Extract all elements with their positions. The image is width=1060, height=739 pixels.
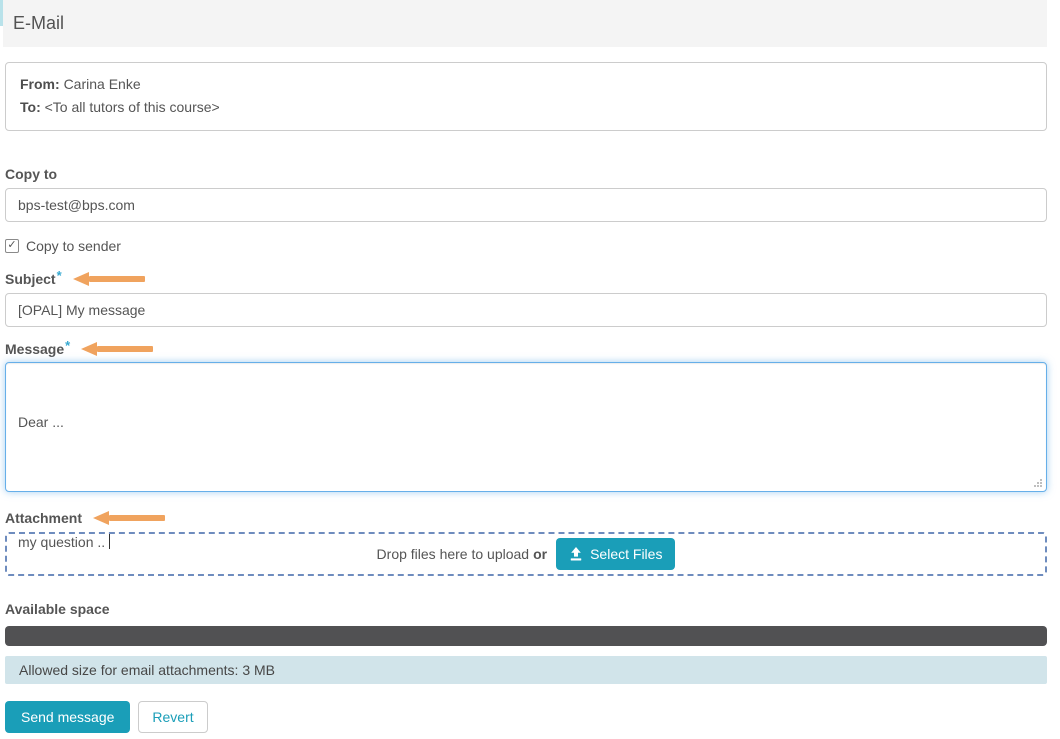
from-label: From: xyxy=(20,76,60,92)
checkmark-icon: ✓ xyxy=(7,240,16,251)
page-title: E-Mail xyxy=(13,13,64,34)
copy-to-label: Copy to xyxy=(5,166,57,182)
to-line: To: <To all tutors of this course> xyxy=(20,96,1032,119)
left-edge-panel-sliver xyxy=(0,0,3,26)
attachment-size-info: Allowed size for email attachments: 3 MB xyxy=(5,656,1047,684)
subject-hint-arrow-icon xyxy=(73,272,145,286)
text-cursor xyxy=(109,534,110,549)
copy-to-sender-label: Copy to sender xyxy=(26,238,121,254)
message-label: Message xyxy=(5,341,64,357)
message-line-1: Dear ... xyxy=(18,412,1034,432)
progress-fill xyxy=(5,626,1047,646)
copy-to-sender-checkbox[interactable]: ✓ xyxy=(5,239,19,253)
copy-to-label-row: Copy to xyxy=(5,165,1047,182)
to-label: To: xyxy=(20,99,41,115)
panel-header: E-Mail xyxy=(3,0,1047,47)
recipients-box: From: Carina Enke To: <To all tutors of … xyxy=(5,62,1047,131)
available-space-progressbar xyxy=(5,626,1047,646)
subject-input[interactable] xyxy=(5,293,1047,327)
send-message-button[interactable]: Send message xyxy=(5,701,130,733)
from-value: Carina Enke xyxy=(64,76,141,92)
form-actions: Send message Revert xyxy=(5,701,1047,733)
message-label-row: Message * xyxy=(5,340,1047,357)
message-hint-arrow-icon xyxy=(81,342,153,356)
from-line: From: Carina Enke xyxy=(20,73,1032,96)
attachment-size-info-text: Allowed size for email attachments: 3 MB xyxy=(19,662,275,678)
message-line-2: my question .. xyxy=(18,532,1034,552)
email-form: E-Mail From: Carina Enke To: <To all tut… xyxy=(0,0,1060,733)
message-textarea[interactable]: Dear ... my question .. xyxy=(5,362,1047,492)
subject-required-marker: * xyxy=(57,268,62,283)
revert-button[interactable]: Revert xyxy=(138,701,207,733)
subject-label: Subject xyxy=(5,271,56,287)
to-value: <To all tutors of this course> xyxy=(45,99,220,115)
subject-label-row: Subject * xyxy=(5,270,1047,287)
message-required-marker: * xyxy=(65,338,70,353)
copy-to-input[interactable] xyxy=(5,188,1047,222)
resize-grip-icon[interactable] xyxy=(1033,478,1043,488)
copy-to-sender-row[interactable]: ✓ Copy to sender xyxy=(5,238,1047,253)
